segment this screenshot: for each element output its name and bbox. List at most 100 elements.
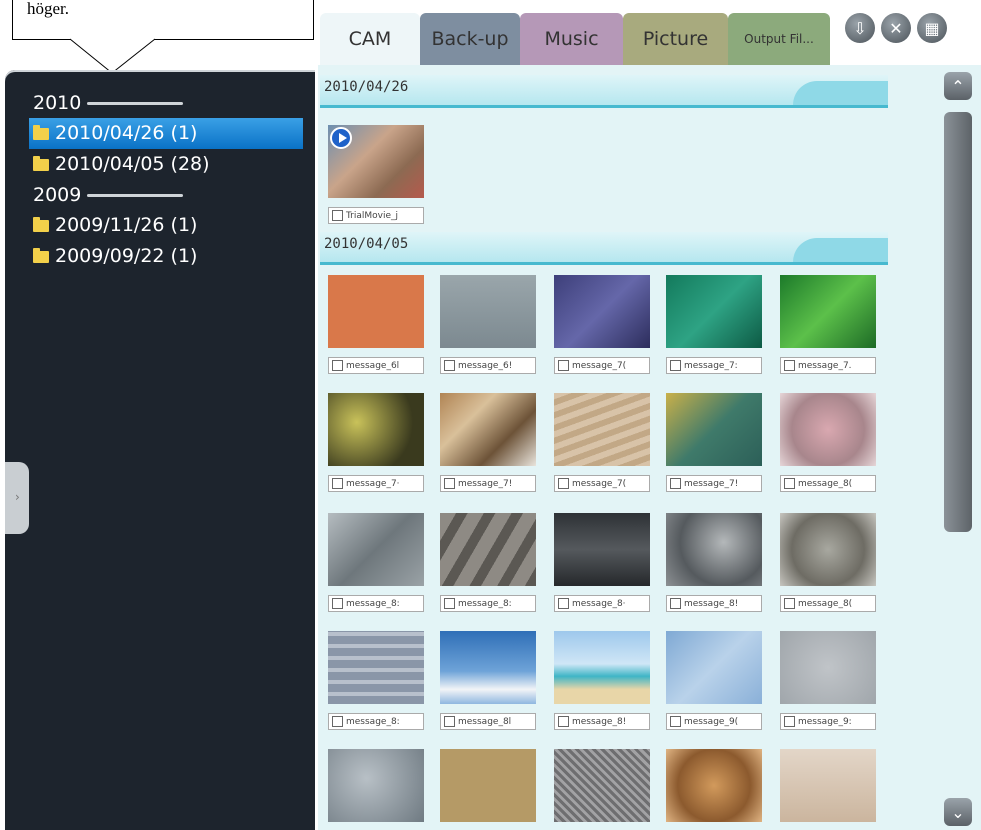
checkbox[interactable] [784, 716, 795, 727]
thumbnail-item[interactable]: TrialMovie_j [328, 125, 428, 224]
thumbnail-caption[interactable]: message_9: [780, 713, 876, 730]
thumbnail-item[interactable]: message_7· [328, 393, 428, 492]
thumbnail-item[interactable]: message_8l [440, 631, 540, 730]
thumbnail-item[interactable]: message_8( [780, 513, 880, 612]
thumbnail-item[interactable]: message_9: [780, 631, 880, 730]
thumbnail-image [554, 513, 650, 586]
thumbnail-item[interactable]: message_7( [554, 393, 654, 492]
checkbox[interactable] [670, 360, 681, 371]
thumbnail-caption[interactable]: message_7. [780, 357, 876, 374]
thumbnail-caption[interactable]: message_7( [554, 357, 650, 374]
thumbnail-item[interactable]: message_8! [666, 513, 766, 612]
checkbox[interactable] [444, 598, 455, 609]
thumbnail-caption[interactable]: message_6! [440, 357, 536, 374]
tab-music[interactable]: Music [520, 13, 623, 65]
chevron-right-icon: › [15, 490, 20, 504]
chevron-up-icon[interactable]: ⌃ [944, 72, 972, 100]
thumbnail-caption[interactable]: message_7· [328, 475, 424, 492]
save-icon[interactable]: ⇩ [845, 13, 875, 43]
checkbox[interactable] [784, 478, 795, 489]
thumbnail-item[interactable]: message_7! [440, 393, 540, 492]
thumbnail-image [666, 513, 762, 586]
thumbnail-image [554, 749, 650, 822]
checkbox[interactable] [332, 716, 343, 727]
checkbox[interactable] [332, 598, 343, 609]
thumbnail-caption[interactable]: message_8· [554, 595, 650, 612]
thumbnail-item[interactable] [554, 749, 654, 822]
thumbnail-item[interactable]: message_8( [780, 393, 880, 492]
checkbox[interactable] [332, 478, 343, 489]
thumbnail-image [666, 275, 762, 348]
thumbnail-image [328, 275, 424, 348]
thumbnail-caption[interactable]: message_9( [666, 713, 762, 730]
folder-item-2009-09-22[interactable]: 2009/09/22 (1) [29, 241, 319, 272]
thumbnail-area: 2010/04/26 TrialMovie_j 2010/04/05 messa… [318, 65, 981, 830]
thumbnail-item[interactable]: message_8: [440, 513, 540, 612]
thumbnail-caption[interactable]: message_8! [666, 595, 762, 612]
thumbnail-item[interactable]: message_8· [554, 513, 654, 612]
play-icon[interactable] [330, 127, 352, 149]
thumbnail-caption[interactable]: message_7! [440, 475, 536, 492]
tab-picture[interactable]: Picture [623, 13, 728, 65]
thumbnail-image [440, 513, 536, 586]
checkbox[interactable] [558, 478, 569, 489]
checkbox[interactable] [670, 598, 681, 609]
close-icon[interactable]: ✕ [881, 13, 911, 43]
tab-backup[interactable]: Back-up [420, 13, 520, 65]
thumbnail-caption[interactable]: message_7: [666, 357, 762, 374]
thumbnail-item[interactable] [780, 749, 880, 822]
panel-collapse-handle[interactable]: › [5, 462, 29, 534]
checkbox[interactable] [444, 478, 455, 489]
thumbnail-item[interactable]: message_7! [666, 393, 766, 492]
thumbnail-item[interactable]: message_7: [666, 275, 766, 374]
checkbox[interactable] [558, 598, 569, 609]
thumbnail-caption[interactable]: message_8: [328, 595, 424, 612]
folder-item-2009-11-26[interactable]: 2009/11/26 (1) [29, 210, 319, 241]
thumbnail-item[interactable]: message_7( [554, 275, 654, 374]
tab-cam[interactable]: CAM [320, 13, 420, 65]
checkbox[interactable] [444, 360, 455, 371]
thumbnail-item[interactable]: message_8: [328, 513, 428, 612]
checkbox[interactable] [784, 360, 795, 371]
thumbnail-caption[interactable]: message_7! [666, 475, 762, 492]
checkbox[interactable] [670, 716, 681, 727]
thumbnail-item[interactable]: message_9( [666, 631, 766, 730]
thumbnail-item[interactable]: message_8! [554, 631, 654, 730]
thumbnail-item[interactable]: message_7. [780, 275, 880, 374]
thumbnail-caption[interactable]: message_8: [440, 595, 536, 612]
thumbnail-caption[interactable]: message_6l [328, 357, 424, 374]
folder-tree: 2010 2010/04/26 (1) 2010/04/05 (28) 2009… [29, 88, 319, 272]
thumbnail-image [440, 749, 536, 822]
thumbnail-caption[interactable]: message_8l [440, 713, 536, 730]
thumbnail-caption[interactable]: message_7( [554, 475, 650, 492]
thumbnail-caption[interactable]: message_8( [780, 475, 876, 492]
folder-item-2010-04-26[interactable]: 2010/04/26 (1) [29, 118, 303, 149]
thumbnail-item[interactable] [440, 749, 540, 822]
checkbox[interactable] [784, 598, 795, 609]
checkbox[interactable] [444, 716, 455, 727]
section-header-2010-04-26: 2010/04/26 [320, 75, 888, 108]
checkbox[interactable] [332, 210, 343, 221]
thumbnail-item[interactable] [328, 749, 428, 822]
checkbox[interactable] [332, 360, 343, 371]
checkbox[interactable] [558, 360, 569, 371]
section-header-2010-04-05: 2010/04/05 [320, 232, 888, 265]
thumbnail-item[interactable] [666, 749, 766, 822]
year-2010: 2010 [33, 88, 319, 118]
thumbnail-caption[interactable]: TrialMovie_j [328, 207, 424, 224]
thumbnail-item[interactable]: message_8: [328, 631, 428, 730]
thumbnail-caption[interactable]: message_8( [780, 595, 876, 612]
tab-output-files[interactable]: Output Fil... [728, 13, 830, 65]
chevron-down-icon[interactable]: ⌄ [944, 798, 972, 826]
checkbox[interactable] [558, 716, 569, 727]
scrollbar-thumb[interactable] [944, 112, 972, 532]
grid-icon[interactable]: ▦ [917, 13, 947, 43]
thumbnail-item[interactable]: message_6l [328, 275, 428, 374]
thumbnail-image [440, 393, 536, 466]
thumbnail-caption[interactable]: message_8! [554, 713, 650, 730]
thumbnail-caption[interactable]: message_8: [328, 713, 424, 730]
thumbnail-image [666, 749, 762, 822]
folder-item-2010-04-05[interactable]: 2010/04/05 (28) [29, 149, 319, 180]
checkbox[interactable] [670, 478, 681, 489]
thumbnail-item[interactable]: message_6! [440, 275, 540, 374]
